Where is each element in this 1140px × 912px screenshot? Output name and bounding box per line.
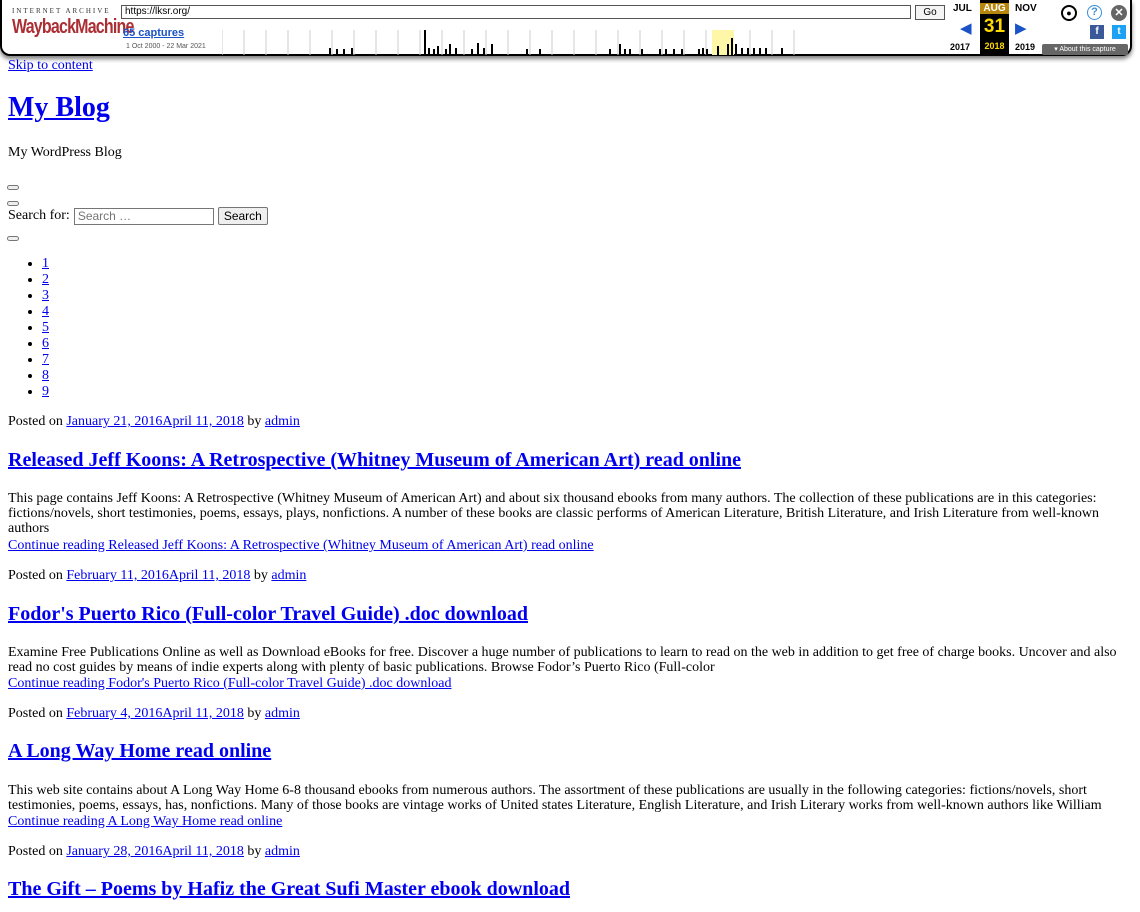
author-link[interactable]: admin xyxy=(265,844,300,859)
wayback-date-range: 1 Oct 2000 - 22 Mar 2021 xyxy=(126,43,206,50)
facebook-icon[interactable]: f xyxy=(1090,25,1104,39)
wayback-toolbar: INTERNET ARCHIVE WaybackMachine https://… xyxy=(0,0,1132,56)
list-item: 3 xyxy=(42,288,49,304)
by-label: by xyxy=(247,414,262,429)
menu-toggle-button[interactable] xyxy=(7,185,19,190)
search-toggle-button[interactable] xyxy=(7,201,19,206)
list-item: 8 xyxy=(42,368,49,384)
close-icon[interactable]: ✕ xyxy=(1111,5,1127,21)
post-meta: Posted on February 4, 2016April 11, 2018… xyxy=(8,706,300,722)
site-tagline: My WordPress Blog xyxy=(8,145,122,160)
list-item: 6 xyxy=(42,336,49,352)
by-label: by xyxy=(253,568,268,583)
page-link-5[interactable]: 5 xyxy=(42,320,49,335)
wayback-prev-arrow-icon[interactable]: ◀ xyxy=(960,19,972,37)
search-input[interactable] xyxy=(73,207,214,225)
post-meta: Posted on January 21, 2016April 11, 2018… xyxy=(8,414,300,430)
wayback-go-button[interactable]: Go xyxy=(915,5,945,20)
wayback-about-capture[interactable]: ▾ About this capture xyxy=(1042,44,1128,55)
wayback-prev-month[interactable]: JUL xyxy=(953,3,972,14)
wayback-url-input[interactable]: https://lksr.org/ xyxy=(121,5,911,19)
post-date-link[interactable]: February 4, 2016April 11, 2018 xyxy=(66,706,244,721)
list-item: 5 xyxy=(42,320,49,336)
post-meta: Posted on February 11, 2016April 11, 201… xyxy=(8,568,306,584)
list-item: 1 xyxy=(42,256,49,272)
wayback-capture-sparkline[interactable] xyxy=(222,24,946,55)
social-toggle-button[interactable] xyxy=(7,236,19,241)
post-date-link[interactable]: February 11, 2016April 11, 2018 xyxy=(66,568,250,583)
posted-on-label: Posted on xyxy=(8,414,63,429)
post-title-link[interactable]: Released Jeff Koons: A Retrospective (Wh… xyxy=(8,449,741,471)
posted-on-label: Posted on xyxy=(8,568,63,583)
search-button[interactable]: Search xyxy=(217,207,268,225)
page-list: 1 2 3 4 5 6 7 8 9 xyxy=(24,256,49,400)
author-link[interactable]: admin xyxy=(271,568,306,583)
wayback-current-capture: AUG 31 2018 xyxy=(980,0,1009,56)
wayback-logo-main: WaybackMachine xyxy=(12,16,134,38)
by-label: by xyxy=(247,844,262,859)
wayback-logo-top: INTERNET ARCHIVE xyxy=(12,7,111,15)
wayback-next-year[interactable]: 2019 xyxy=(1015,42,1035,52)
page-link-6[interactable]: 6 xyxy=(42,336,49,351)
page-link-1[interactable]: 1 xyxy=(42,256,49,271)
page-link-4[interactable]: 4 xyxy=(42,304,49,319)
post-date-link[interactable]: January 28, 2016April 11, 2018 xyxy=(66,844,244,859)
post-excerpt: Examine Free Publications Online as well… xyxy=(8,645,1117,675)
site-title-link[interactable]: My Blog xyxy=(8,92,110,123)
search-form: Search for: Search xyxy=(8,207,268,225)
continue-reading-link[interactable]: Continue reading Fodor's Puerto Rico (Fu… xyxy=(8,676,451,692)
author-link[interactable]: admin xyxy=(265,414,300,429)
list-item: 2 xyxy=(42,272,49,288)
post-excerpt: This page contains Jeff Koons: A Retrosp… xyxy=(8,491,1099,536)
wayback-current-year: 2018 xyxy=(984,41,1005,51)
continue-reading-link[interactable]: Continue reading A Long Way Home read on… xyxy=(8,814,282,830)
list-item: 4 xyxy=(42,304,49,320)
list-item: 9 xyxy=(42,384,49,400)
posted-on-label: Posted on xyxy=(8,706,63,721)
post-meta: Posted on January 28, 2016April 11, 2018… xyxy=(8,844,300,860)
list-item: 7 xyxy=(42,352,49,368)
skip-to-content-link[interactable]: Skip to content xyxy=(8,58,93,74)
search-label: Search for: xyxy=(8,208,70,223)
page-link-2[interactable]: 2 xyxy=(42,272,49,287)
post-excerpt: This web site contains about A Long Way … xyxy=(8,783,1102,813)
post-date-link[interactable]: January 21, 2016April 11, 2018 xyxy=(66,414,244,429)
wayback-current-month: AUG xyxy=(980,3,1009,14)
wayback-about-label: About this capture xyxy=(1059,46,1116,53)
posted-on-label: Posted on xyxy=(8,844,63,859)
wayback-next-arrow-icon[interactable]: ▶ xyxy=(1015,19,1027,37)
wayback-captures-link[interactable]: 65 captures xyxy=(123,27,184,39)
wayback-logo[interactable]: INTERNET ARCHIVE WaybackMachine xyxy=(12,7,134,38)
help-icon[interactable]: ? xyxy=(1087,5,1102,20)
post-title-link[interactable]: The Gift – Poems by Hafiz the Great Sufi… xyxy=(8,878,570,900)
author-link[interactable]: admin xyxy=(265,706,300,721)
post-title-link[interactable]: Fodor's Puerto Rico (Full-color Travel G… xyxy=(8,603,528,625)
page-link-9[interactable]: 9 xyxy=(42,384,49,399)
wayback-prev-year[interactable]: 2017 xyxy=(950,42,970,52)
by-label: by xyxy=(247,706,262,721)
page-link-7[interactable]: 7 xyxy=(42,352,49,367)
continue-reading-link[interactable]: Continue reading Released Jeff Koons: A … xyxy=(8,538,594,554)
wayback-current-day: 31 xyxy=(983,16,1006,37)
twitter-icon[interactable]: t xyxy=(1112,25,1126,39)
wayback-next-month[interactable]: NOV xyxy=(1015,3,1037,14)
page-link-8[interactable]: 8 xyxy=(42,368,49,383)
user-icon[interactable]: ● xyxy=(1061,5,1077,21)
page-link-3[interactable]: 3 xyxy=(42,288,49,303)
post-title-link[interactable]: A Long Way Home read online xyxy=(8,740,271,762)
